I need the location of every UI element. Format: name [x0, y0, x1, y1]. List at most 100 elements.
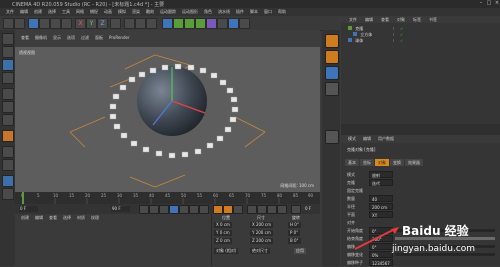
om-menu-tags[interactable]: 标签 [413, 16, 421, 23]
attr-menu-edit[interactable]: 编辑 [363, 135, 371, 143]
size-y-field[interactable]: Y 200 cm [250, 230, 273, 236]
object-row-sphere[interactable]: 球体 ⁞ ✓ [348, 38, 403, 44]
light-icon[interactable] [239, 18, 250, 29]
subtab-coord[interactable]: 坐标 [360, 159, 374, 166]
mat-menu-edit[interactable]: 编辑 [35, 214, 43, 222]
close-icon[interactable]: × [494, 1, 500, 6]
frame-end-field[interactable]: 90 F [111, 206, 130, 212]
visibility-dots-icon[interactable]: ⁞ [393, 38, 394, 43]
attr-menu-userdata[interactable]: 用户数据 [378, 135, 394, 143]
menu-snap[interactable]: 捕捉 [90, 8, 98, 16]
polygons-mode-icon[interactable] [2, 114, 14, 126]
goto-end-icon[interactable] [199, 205, 209, 214]
pen-icon[interactable] [173, 18, 184, 29]
menu-animate[interactable]: 动画 [104, 8, 112, 16]
layers-icon[interactable] [325, 82, 339, 96]
snap-icon[interactable] [2, 130, 14, 142]
frame-start-field[interactable]: 0 F [19, 206, 38, 212]
axis-mode-icon[interactable] [2, 146, 14, 158]
coord-mode-select[interactable]: 对象 (相对) [214, 248, 239, 254]
viewport-menu-view[interactable]: 查看 [21, 35, 29, 41]
undo-icon[interactable] [3, 18, 14, 29]
menu-mesh[interactable]: 网格 [76, 8, 84, 16]
check-icon[interactable]: ✓ [400, 26, 403, 31]
render-picture-viewer-icon[interactable] [135, 18, 146, 29]
pos-y-field[interactable]: Y 0 cm [214, 230, 232, 236]
make-editable-icon[interactable] [2, 33, 14, 45]
render-view-icon[interactable] [124, 18, 135, 29]
maximize-icon[interactable]: □ [486, 1, 492, 6]
move-icon[interactable] [39, 18, 50, 29]
prop-count[interactable]: 数量 40 [347, 195, 497, 203]
check-icon[interactable]: ✓ [400, 38, 403, 43]
menu-tracker[interactable]: 运动跟踪 [160, 8, 176, 16]
solo-icon[interactable] [2, 175, 14, 187]
floor-icon[interactable] [217, 18, 228, 29]
texture-mode-icon[interactable] [2, 59, 14, 71]
om-menu-file[interactable]: 文件 [349, 16, 357, 23]
rotate-icon[interactable] [61, 18, 72, 29]
prop-clones[interactable]: 克隆 迭代 [347, 179, 497, 187]
locked-workplane-icon[interactable] [2, 188, 14, 200]
scale-key-icon[interactable] [257, 205, 267, 214]
play-icon[interactable] [169, 205, 179, 214]
menu-mograph[interactable]: 运动图形 [182, 8, 198, 16]
camera-icon[interactable] [228, 18, 239, 29]
z-axis-toggle[interactable]: Z [97, 18, 108, 29]
perspective-viewport[interactable]: 透视视图 网格间距: 100 cm [15, 47, 320, 192]
live-select-icon[interactable] [28, 18, 39, 29]
attr-menu-mode[interactable]: 模式 [348, 135, 356, 143]
playhead[interactable] [22, 192, 24, 204]
coord-size-mode-select[interactable]: 绝对尺寸 [250, 248, 270, 254]
position-key-icon[interactable] [247, 205, 257, 214]
tweak-mode-icon[interactable] [2, 159, 14, 171]
viewport-menu-options[interactable]: 选项 [67, 35, 75, 41]
apply-button[interactable]: 应用 [294, 248, 306, 254]
menu-tools[interactable]: 工具 [62, 8, 70, 16]
redo-icon[interactable] [14, 18, 25, 29]
rot-p-field[interactable]: P 0° [288, 230, 301, 236]
rotation-key-icon[interactable] [267, 205, 277, 214]
timeline-settings-icon[interactable] [291, 205, 301, 214]
om-menu-edit[interactable]: 编辑 [365, 16, 373, 23]
prop-fix-clone[interactable]: 固定克隆 [347, 187, 497, 195]
viewport-menu-prorender[interactable]: ProRender [109, 35, 130, 40]
mat-menu-create[interactable]: 创建 [21, 214, 29, 222]
menu-character[interactable]: 角色 [204, 8, 212, 16]
render-settings-icon[interactable] [146, 18, 157, 29]
subdivision-icon[interactable] [184, 18, 195, 29]
subtab-object[interactable]: 对象 [375, 159, 389, 166]
rot-h-field[interactable]: H 0° [288, 222, 301, 228]
record-icon[interactable] [213, 205, 223, 214]
om-menu-view[interactable]: 查看 [381, 16, 389, 23]
pos-z-field[interactable]: Z 0 cm [214, 238, 232, 244]
autokey-icon[interactable] [223, 205, 233, 214]
subtab-basic[interactable]: 基本 [345, 159, 359, 166]
content-browser-icon[interactable] [325, 50, 339, 64]
viewport-menu-panel[interactable]: 面板 [95, 35, 103, 41]
menu-sculpt[interactable]: 雕刻 [146, 8, 154, 16]
minimize-icon[interactable]: – [478, 1, 484, 6]
rot-b-field[interactable]: B 0° [288, 238, 301, 244]
viewport-menu-filter[interactable]: 过滤 [81, 35, 89, 41]
prop-mode[interactable]: 模式 放射 [347, 171, 497, 179]
goto-start-icon[interactable] [139, 205, 149, 214]
mat-menu-view[interactable]: 查看 [49, 214, 57, 222]
subtab-transform[interactable]: 变换 [390, 159, 404, 166]
coordinate-system-icon[interactable] [110, 18, 121, 29]
subtab-effectors[interactable]: 效果器 [405, 159, 423, 166]
points-mode-icon[interactable] [2, 88, 14, 100]
check-icon[interactable]: ✓ [400, 32, 403, 37]
timeline-ruler[interactable]: 0 5 10 15 20 25 30 35 40 45 50 55 60 65 … [15, 192, 320, 204]
size-x-field[interactable]: X 200 cm [250, 222, 274, 228]
prop-radius[interactable]: 半径 200 cm [347, 203, 497, 211]
menu-script[interactable]: 脚本 [250, 8, 258, 16]
model-mode-icon[interactable] [2, 46, 14, 58]
mat-menu-material[interactable]: 材质 [77, 214, 85, 222]
om-menu-bookmarks[interactable]: 书签 [429, 16, 437, 23]
menu-render[interactable]: 渲染 [132, 8, 140, 16]
menu-plugins[interactable]: 插件 [236, 8, 244, 16]
mat-menu-texture[interactable]: 纹理 [91, 214, 99, 222]
menu-edit[interactable]: 编辑 [20, 8, 28, 16]
prev-frame-icon[interactable] [159, 205, 169, 214]
